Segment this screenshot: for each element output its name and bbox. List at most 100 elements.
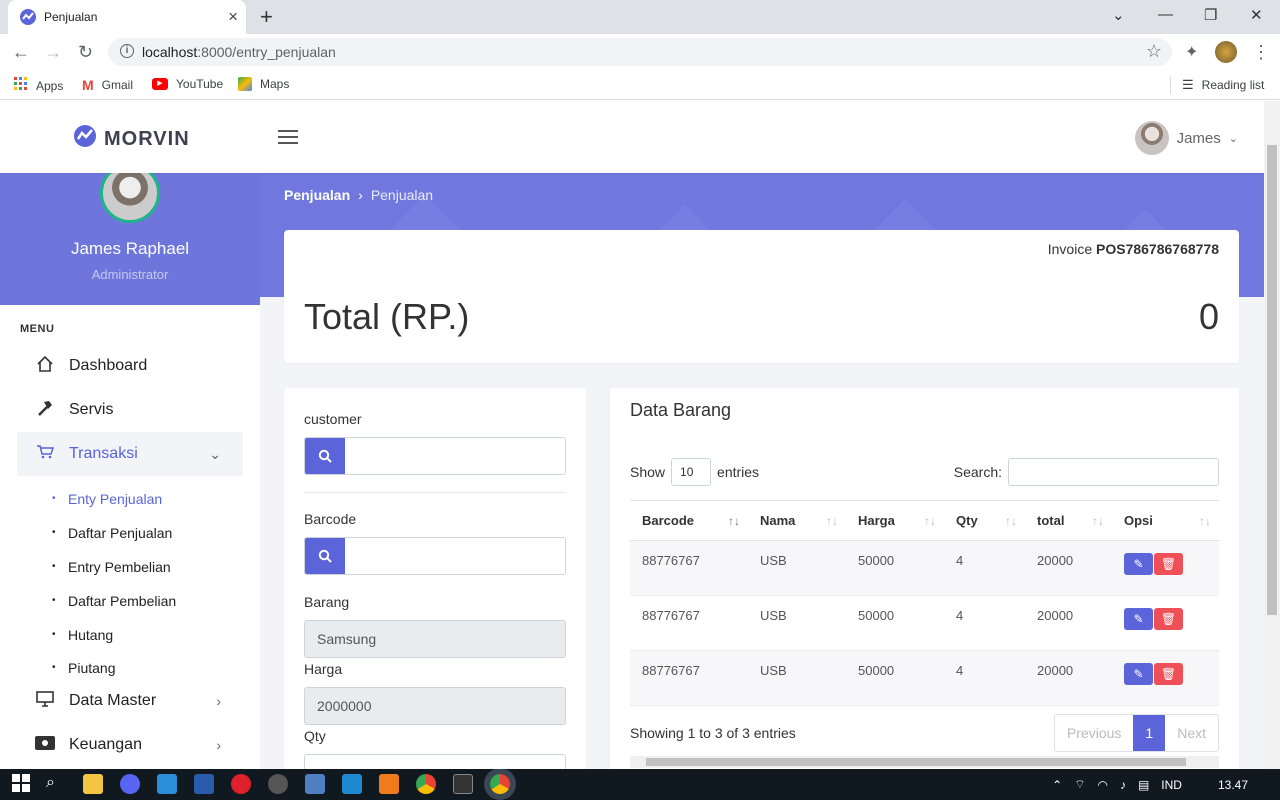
network-icon[interactable]: ⌔	[1074, 777, 1085, 792]
profile-avatar[interactable]	[1215, 41, 1237, 63]
tab-search-chevron-icon[interactable]: ⌄	[1112, 6, 1125, 24]
chrome-active-icon[interactable]	[490, 774, 510, 794]
sidebar-item-label: Transaksi	[69, 445, 138, 462]
reading-list[interactable]: ☰ Reading list	[1182, 77, 1264, 93]
user-menu[interactable]: James ⌄	[1134, 121, 1238, 155]
back-icon[interactable]: ←	[12, 42, 30, 63]
cell-total: 20000	[1025, 650, 1112, 706]
address-bar[interactable]: i localhost:8000/entry_penjualan ☆	[108, 38, 1172, 66]
horizontal-scrollbar[interactable]	[630, 756, 1219, 768]
browser-tab[interactable]: Penjualan ×	[8, 0, 246, 34]
wifi-icon[interactable]: ◠	[1097, 778, 1107, 792]
cell-opsi: ✎ 🗑	[1112, 540, 1219, 596]
volume-icon[interactable]: ♪	[1120, 778, 1126, 792]
restore-icon[interactable]: ❐	[1204, 6, 1217, 24]
qty-field[interactable]	[304, 754, 566, 769]
vertical-scrollbar[interactable]	[1264, 101, 1280, 769]
column-header[interactable]: Harga ↑↓	[846, 500, 944, 541]
more-menu-icon[interactable]: ⋮	[1252, 42, 1270, 63]
site-info-icon[interactable]: i	[120, 44, 134, 58]
xampp-icon[interactable]	[379, 774, 399, 794]
page-length-control: Show 10 entries	[630, 458, 759, 486]
submenu-enty-penjualan[interactable]: Enty Penjualan	[52, 491, 162, 507]
chevron-right-icon: ›	[216, 693, 221, 709]
table-row: 88776767 USB 50000 4 20000 ✎ 🗑	[630, 650, 1219, 706]
previous-button[interactable]: Previous	[1055, 715, 1133, 751]
column-header[interactable]: Opsi ↑↓	[1112, 500, 1219, 541]
reload-icon[interactable]: ↻	[78, 42, 93, 63]
bookmark-star-icon[interactable]: ☆	[1146, 41, 1162, 62]
vscode-icon[interactable]	[342, 774, 362, 794]
barang-field[interactable]: Samsung	[304, 620, 566, 658]
page-length-select[interactable]: 10	[671, 458, 712, 486]
opera-icon[interactable]	[231, 774, 251, 794]
sidebar-item-keuangan[interactable]: Keuangan ›	[17, 723, 243, 767]
terminal-icon[interactable]	[453, 774, 473, 794]
edit-button[interactable]: ✎	[1124, 608, 1153, 630]
submenu-daftar-penjualan[interactable]: Daftar Penjualan	[52, 525, 172, 541]
forward-icon[interactable]: →	[44, 42, 62, 63]
new-tab-icon[interactable]: +	[260, 4, 273, 30]
edit-button[interactable]: ✎	[1124, 553, 1153, 575]
chevron-up-icon[interactable]: ⌃	[1052, 778, 1062, 792]
chevron-down-icon: ⌄	[209, 445, 221, 462]
submenu-hutang[interactable]: Hutang	[52, 627, 113, 643]
reading-list-icon: ☰	[1182, 77, 1194, 92]
file-explorer-icon[interactable]	[83, 774, 103, 794]
discord-icon[interactable]	[120, 774, 140, 794]
language-indicator[interactable]: IND	[1161, 778, 1182, 792]
cart-icon	[35, 444, 55, 465]
delete-button[interactable]: 🗑	[1154, 608, 1183, 630]
barcode-search-button[interactable]	[305, 538, 345, 574]
close-tab-icon[interactable]: ×	[228, 7, 238, 27]
barcode-input[interactable]	[345, 538, 565, 574]
hamburger-menu-icon[interactable]	[278, 130, 298, 148]
breadcrumb-current: Penjualan	[370, 187, 434, 203]
extensions-icon[interactable]: ✦	[1185, 42, 1198, 62]
column-header[interactable]: Qty ↑↓	[944, 500, 1025, 541]
harga-field[interactable]: 2000000	[304, 687, 566, 725]
bookmarks-bar: Apps M Gmail ▶ YouTube Maps ☰ Reading li…	[0, 70, 1280, 100]
keyboard-icon[interactable]: ▤	[1138, 778, 1149, 792]
minimize-icon[interactable]: —	[1158, 6, 1173, 23]
customer-input[interactable]	[345, 438, 565, 474]
bookmark-gmail[interactable]: M Gmail	[82, 77, 133, 93]
submenu-daftar-pembelian[interactable]: Daftar Pembelian	[52, 593, 176, 609]
clock[interactable]: 13.47	[1218, 778, 1248, 792]
app-icon[interactable]	[305, 774, 325, 794]
column-header[interactable]: total ↑↓	[1025, 500, 1112, 541]
sidebar-item-servis[interactable]: Servis	[17, 388, 243, 432]
breadcrumb-parent[interactable]: Penjualan	[284, 187, 350, 203]
page-1-button[interactable]: 1	[1133, 715, 1166, 751]
url-text: localhost:8000/entry_penjualan	[142, 44, 336, 60]
bookmark-apps[interactable]: Apps	[14, 77, 63, 94]
close-window-icon[interactable]: ✕	[1250, 6, 1263, 24]
cell-qty: 4	[944, 595, 1025, 651]
windows-start-icon[interactable]	[12, 774, 32, 794]
topbar: MORVIN James ⌄	[0, 101, 1264, 173]
bookmark-youtube[interactable]: ▶ YouTube	[152, 77, 223, 91]
word-icon[interactable]	[194, 774, 214, 794]
sidebar-item-data-master[interactable]: Data Master ›	[17, 679, 243, 723]
chrome-icon[interactable]	[416, 774, 436, 794]
column-header[interactable]: Nama ↑↓	[748, 500, 846, 541]
delete-button[interactable]: 🗑	[1154, 663, 1183, 685]
sidebar-item-dashboard[interactable]: Dashboard	[17, 344, 243, 388]
app-icon[interactable]	[268, 774, 288, 794]
submenu-entry-pembelian[interactable]: Entry Pembelian	[52, 559, 171, 575]
cell-nama: USB	[748, 595, 846, 651]
bookmark-maps[interactable]: Maps	[238, 77, 289, 91]
column-header[interactable]: Barcode ↑↓	[630, 500, 748, 541]
cell-qty: 4	[944, 650, 1025, 706]
submenu-piutang[interactable]: Piutang	[52, 660, 116, 676]
delete-button[interactable]: 🗑	[1154, 553, 1183, 575]
sidebar-profile: James Raphael Administrator	[0, 163, 260, 305]
next-button[interactable]: Next	[1165, 715, 1218, 751]
search-icon[interactable]: ⌕	[46, 774, 66, 794]
brand-logo[interactable]: MORVIN	[74, 125, 190, 153]
search-input[interactable]	[1008, 458, 1219, 486]
edit-button[interactable]: ✎	[1124, 663, 1153, 685]
customer-search-button[interactable]	[305, 438, 345, 474]
sidebar-item-transaksi[interactable]: Transaksi ⌄	[17, 432, 243, 476]
app-icon[interactable]	[157, 774, 177, 794]
